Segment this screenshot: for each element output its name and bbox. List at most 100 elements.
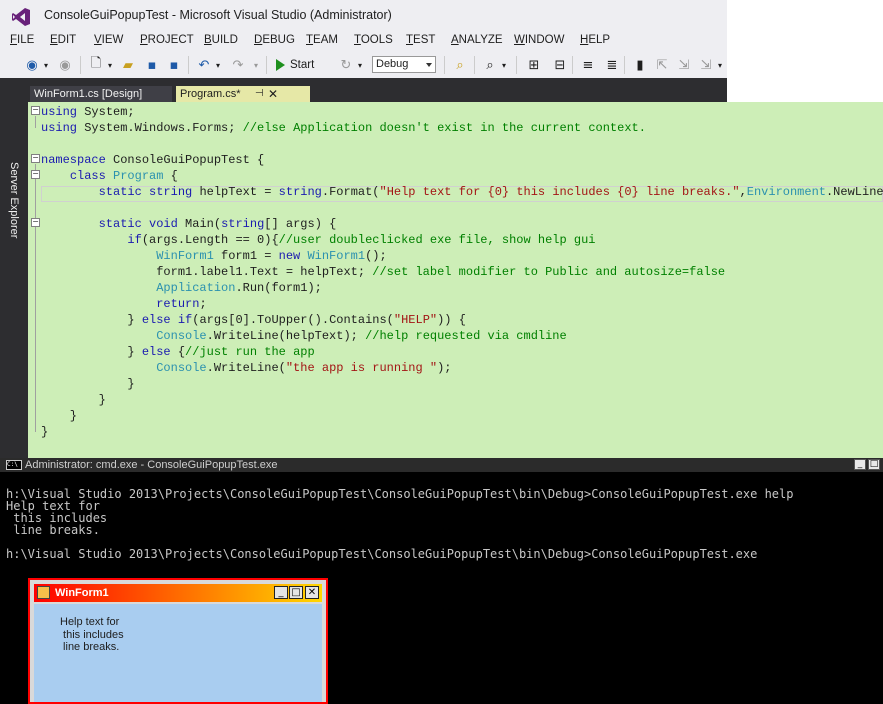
tab-program-cs[interactable]: Program.cs* ⊣ ✕ — [176, 86, 310, 102]
code-line: static void Main(string[] args) { — [98, 217, 337, 231]
visual-studio-logo-icon — [12, 8, 30, 26]
toolbar-separator — [516, 56, 517, 74]
start-label: Start — [290, 59, 315, 71]
window-title: ConsoleGuiPopupTest - Microsoft Visual S… — [44, 8, 392, 22]
toolbar-separator — [266, 56, 267, 74]
chevron-down-icon[interactable]: ▾ — [42, 56, 50, 74]
menu-window[interactable]: WINDOW — [514, 34, 564, 46]
solution-explorer-icon[interactable]: ⊞ — [526, 56, 542, 74]
menu-bar: FILE EDIT VIEW PROJECT BUILD DEBUG TEAM … — [0, 32, 727, 52]
save-all-icon[interactable]: ▪ — [166, 56, 182, 74]
navigate-forward-icon[interactable]: ◉ — [57, 56, 73, 74]
menu-project[interactable]: PROJECT — [140, 34, 194, 46]
chevron-down-icon[interactable]: ▾ — [252, 56, 260, 74]
outline-line — [35, 164, 36, 432]
console-line: line breaks. — [6, 523, 100, 537]
winform1-window: WinForm1 _ □ ✕ Help text for this includ… — [28, 578, 328, 704]
code-editor[interactable]: − − − − using System; using System.Window… — [28, 102, 883, 458]
code-line: return; — [156, 297, 207, 311]
winform1-title: WinForm1 — [55, 587, 109, 599]
code-line: } else {//just run the app — [41, 345, 315, 359]
toolbar-separator — [572, 56, 573, 74]
code-line: using System.Windows.Forms; //else Appli… — [41, 121, 646, 135]
tab-label: WinForm1.cs [Design] — [34, 88, 143, 100]
toolbar-separator — [80, 56, 81, 74]
minimize-icon[interactable]: _ — [274, 586, 288, 599]
menu-build[interactable]: BUILD — [204, 34, 238, 46]
server-explorer-tab[interactable]: Server Explorer — [8, 162, 20, 238]
tab-winform1-design[interactable]: WinForm1.cs [Design] — [30, 86, 172, 102]
code-line: } — [41, 409, 78, 423]
collapse-icon[interactable]: − — [31, 106, 40, 115]
standard-toolbar: ◉ ▾ ◉ 🗋 ▾ ▰ ▪ ▪ ↶ ▾ ↷ ▾ Start ↻ ▾ Debug … — [0, 52, 727, 78]
chevron-down-icon — [426, 63, 432, 67]
code-line: Console.WriteLine(helpText); //help requ… — [156, 329, 567, 343]
code-line: static string helpText = string.Format("… — [98, 185, 883, 199]
refresh-icon[interactable]: ↻ — [338, 56, 354, 74]
code-line: } — [41, 393, 106, 407]
console-line: h:\Visual Studio 2013\Projects\ConsoleGu… — [6, 547, 758, 561]
open-file-icon[interactable]: ▰ — [120, 56, 136, 74]
code-line: WinForm1 form1 = new WinForm1(); — [156, 249, 387, 263]
menu-file[interactable]: FILE — [10, 34, 34, 46]
search-icon[interactable]: ⌕ — [482, 56, 498, 74]
chevron-down-icon[interactable]: ▾ — [106, 56, 114, 74]
solution-configuration-select[interactable]: Debug — [372, 56, 436, 73]
winform1-title-bar: WinForm1 _ □ ✕ — [34, 584, 322, 602]
uncomment-lines-icon[interactable]: ≣ — [604, 56, 620, 74]
code-line: Console.WriteLine("the app is running ")… — [156, 361, 452, 375]
pin-icon[interactable]: ⊣ — [255, 86, 264, 102]
navigate-back-icon[interactable]: ◉ — [24, 56, 40, 74]
code-line: } else if(args[0].ToUpper().Contains("HE… — [41, 313, 466, 327]
collapse-icon[interactable]: − — [31, 218, 40, 227]
next-bookmark-icon[interactable]: ⇲ — [676, 56, 692, 74]
chevron-down-icon[interactable]: ▾ — [500, 56, 508, 74]
console-icon: C:\ — [6, 460, 22, 470]
console-line: h:\Visual Studio 2013\Projects\ConsoleGu… — [6, 487, 794, 501]
menu-help[interactable]: HELP — [580, 34, 610, 46]
undo-icon[interactable]: ↶ — [196, 56, 212, 74]
maximize-icon[interactable]: □ — [289, 586, 303, 599]
code-line: form1.label1.Text = helpText; //set labe… — [41, 265, 726, 279]
toolbar-overflow-icon[interactable]: ▾ — [716, 56, 724, 74]
document-tab-strip: WinForm1.cs [Design] Program.cs* ⊣ ✕ — [28, 78, 727, 102]
redo-icon[interactable]: ↷ — [230, 56, 246, 74]
menu-test[interactable]: TEST — [406, 34, 435, 46]
previous-bookmark-icon[interactable]: ⇱ — [654, 56, 670, 74]
collapse-icon[interactable]: − — [31, 154, 40, 163]
clear-bookmarks-icon[interactable]: ⇲ — [698, 56, 714, 74]
code-line: using System; — [41, 105, 135, 119]
code-line: if(args.Length == 0){//user doubleclicke… — [127, 233, 596, 247]
properties-icon[interactable]: ⊟ — [552, 56, 568, 74]
vs-title-bar: ConsoleGuiPopupTest - Microsoft Visual S… — [0, 0, 727, 32]
toolbar-separator — [444, 56, 445, 74]
menu-view[interactable]: VIEW — [94, 34, 123, 46]
comment-lines-icon[interactable]: ≡ — [580, 56, 596, 74]
minimize-icon[interactable]: _ — [854, 459, 866, 470]
start-debugging-button[interactable]: Start — [276, 56, 314, 74]
left-tool-rail: Server Explorer — [0, 78, 28, 462]
menu-debug[interactable]: DEBUG — [254, 34, 295, 46]
toolbar-separator — [188, 56, 189, 74]
collapse-icon[interactable]: − — [31, 170, 40, 179]
code-line: } — [41, 377, 135, 391]
maximize-icon[interactable]: □ — [868, 459, 880, 470]
menu-edit[interactable]: EDIT — [50, 34, 76, 46]
menu-tools[interactable]: TOOLS — [354, 34, 393, 46]
chevron-down-icon[interactable]: ▾ — [214, 56, 222, 74]
toolbar-separator — [624, 56, 625, 74]
close-icon[interactable]: ✕ — [268, 86, 278, 102]
toolbar-separator — [474, 56, 475, 74]
bookmark-icon[interactable]: ▮ — [632, 56, 648, 74]
find-in-files-icon[interactable]: ⌕ — [452, 56, 468, 74]
chevron-down-icon[interactable]: ▾ — [356, 56, 364, 74]
help-label: Help text for this includes line breaks. — [60, 616, 124, 653]
menu-analyze[interactable]: ANALYZE — [451, 34, 503, 46]
cmd-title-bar: C:\ Administrator: cmd.exe - ConsoleGuiP… — [0, 458, 883, 472]
menu-team[interactable]: TEAM — [306, 34, 338, 46]
new-project-icon[interactable]: 🗋 — [88, 56, 104, 74]
configuration-value: Debug — [376, 58, 409, 70]
save-icon[interactable]: ▪ — [144, 56, 160, 74]
form-icon — [37, 586, 50, 599]
close-icon[interactable]: ✕ — [305, 586, 319, 599]
